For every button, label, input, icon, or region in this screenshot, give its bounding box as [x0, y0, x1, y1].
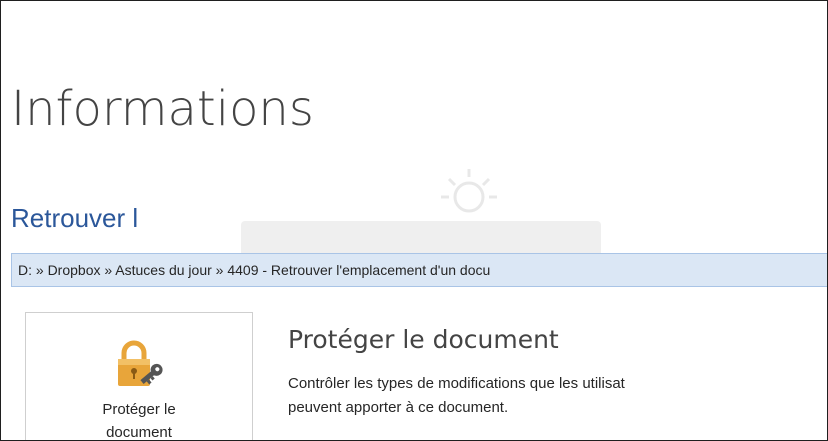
- page-title: Informations: [11, 81, 314, 137]
- protect-document-description: Contrôler les types de modifications que…: [288, 372, 625, 420]
- protect-document-heading: Protéger le document: [288, 325, 559, 354]
- protect-description-line1: Contrôler les types de modifications que…: [288, 375, 625, 392]
- protect-description-line2: peuvent apporter à ce document.: [288, 399, 509, 416]
- protect-document-label-line2: document: [106, 424, 172, 441]
- lock-key-icon: [118, 340, 163, 386]
- section-title: Retrouver l: [11, 203, 139, 233]
- document-path-bar[interactable]: D: » Dropbox » Astuces du jour » 4409 - …: [11, 253, 827, 287]
- document-path-text: D: » Dropbox » Astuces du jour » 4409 - …: [18, 262, 491, 278]
- backstage-info-panel: Informations Retrouver l D: » Dropbox » …: [0, 0, 828, 441]
- protect-document-button[interactable]: Protéger le document: [25, 312, 253, 441]
- protect-document-label-line1: Protéger le: [102, 401, 176, 418]
